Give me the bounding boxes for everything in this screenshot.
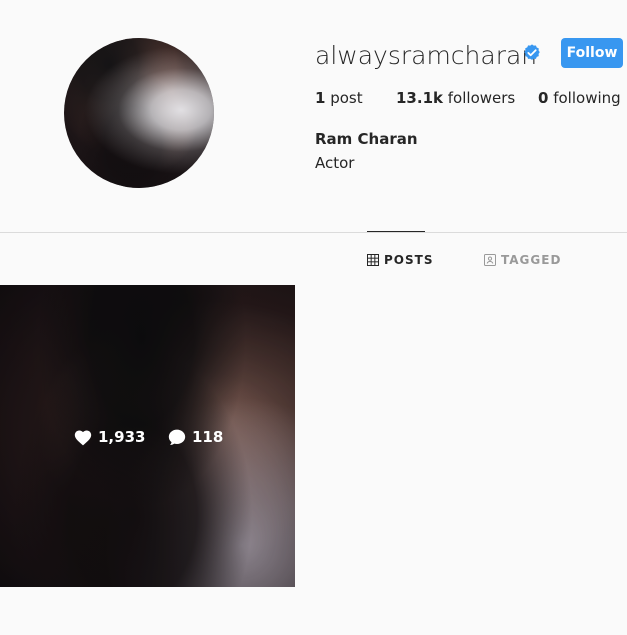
tab-posts[interactable]: POSTS <box>367 250 433 270</box>
posts-count: 1 <box>315 89 326 107</box>
likes-count: 1,933 <box>98 428 146 446</box>
following-label: following <box>553 89 621 107</box>
tab-tagged[interactable]: TAGGED <box>484 250 561 270</box>
active-tab-indicator <box>367 231 425 232</box>
posts-label: post <box>330 89 363 107</box>
comment-icon <box>168 429 186 446</box>
profile-divider <box>0 232 627 233</box>
tagged-icon <box>484 254 496 266</box>
profile-full-name: Ram Charan <box>315 130 418 148</box>
comments-stat: 118 <box>167 427 223 447</box>
followers-count: 13.1k <box>396 89 443 107</box>
heart-icon <box>74 430 92 446</box>
verified-icon <box>524 44 540 60</box>
comments-count: 118 <box>192 428 224 446</box>
followers-stat[interactable]: 13.1k followers <box>396 88 515 108</box>
profile-avatar <box>64 38 214 188</box>
following-count: 0 <box>538 89 549 107</box>
post-thumbnail[interactable] <box>0 285 295 587</box>
tab-posts-label: POSTS <box>384 253 434 267</box>
grid-icon <box>367 254 379 266</box>
profile-stats: 1 post 13.1k followers 0 following <box>315 88 627 108</box>
tab-tagged-label: TAGGED <box>501 253 562 267</box>
profile-username: alwaysramcharan <box>315 41 538 70</box>
likes-stat: 1,933 <box>73 427 145 447</box>
profile-bio: Actor <box>315 154 355 172</box>
following-stat[interactable]: 0 following <box>538 88 621 108</box>
followers-label: followers <box>447 89 516 107</box>
follow-button[interactable]: Follow <box>561 38 623 68</box>
posts-stat[interactable]: 1 post <box>315 88 363 108</box>
